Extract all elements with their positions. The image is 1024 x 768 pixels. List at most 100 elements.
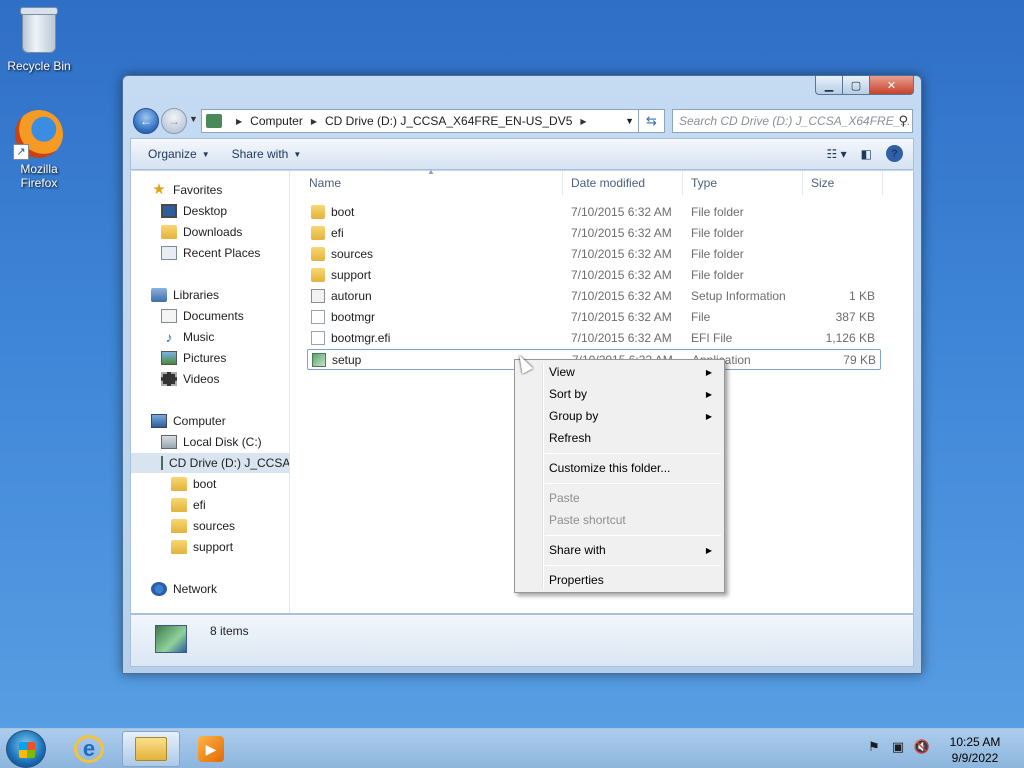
share-with-label: Share with [231,147,289,161]
nav-local-disk[interactable]: Local Disk (C:) [161,432,262,452]
file-name: boot [331,205,355,219]
recent-places-icon [161,246,177,260]
computer-icon [151,414,167,428]
breadcrumb-separator-icon[interactable]: ▶ [580,117,586,126]
column-header-name[interactable]: Name [301,171,563,195]
menu-item-refresh[interactable]: Refresh [517,427,722,449]
chevron-down-icon: ▼ [201,149,210,159]
nav-music[interactable]: ♪ Music [161,327,215,347]
organize-button[interactable]: Organize ▼ [139,147,219,161]
volume-muted-icon[interactable]: 🔇 [914,739,930,755]
nav-videos[interactable]: Videos [161,369,219,389]
search-placeholder: Search CD Drive (D:) J_CCSA_X64FRE_... [679,114,911,128]
file-name: bootmgr.efi [331,331,391,345]
nav-folder-sources[interactable]: sources [171,516,235,536]
file-row[interactable]: boot 7/10/2015 6:32 AM File folder [291,202,915,223]
menu-item-view[interactable]: View ▶ [517,361,722,383]
nav-recent-label: Recent Places [183,246,261,260]
back-button[interactable]: ← [133,108,159,134]
recent-pages-dropdown-icon[interactable]: ▼ [189,114,198,124]
menu-item-label: Group by [549,409,599,423]
search-input[interactable]: Search CD Drive (D:) J_CCSA_X64FRE_... ⚲ [672,109,913,133]
search-icon[interactable]: ⚲ [898,113,908,129]
pictures-icon [161,351,177,365]
address-dropdown-icon[interactable]: ▼ [625,116,634,126]
nav-libraries-label: Libraries [173,288,220,302]
nav-desktop-label: Desktop [183,204,228,218]
nav-downloads-label: Downloads [183,225,243,239]
file-date: 7/10/2015 6:32 AM [571,268,672,282]
nav-libraries[interactable]: Libraries [151,285,219,305]
network-status-icon[interactable]: ▣ [890,739,906,755]
share-with-button[interactable]: Share with ▼ [223,147,311,161]
documents-icon [161,309,177,323]
nav-recent-places[interactable]: Recent Places [161,243,260,263]
menu-item-group-by[interactable]: Group by ▶ [517,405,722,427]
column-header-date[interactable]: Date modified [563,171,683,195]
address-bar[interactable]: ▶ Computer ▶ CD Drive (D:) J_CCSA_X64FRE… [201,109,639,133]
column-header-size[interactable]: Size [803,171,883,195]
breadcrumb-separator-icon[interactable]: ▶ [236,117,242,126]
breadcrumb-computer[interactable]: Computer [250,114,303,128]
nav-folder-boot[interactable]: boot [171,474,216,494]
forward-button[interactable]: → [161,108,187,134]
nav-desktop[interactable]: Desktop [161,201,227,221]
taskbar-internet-explorer[interactable]: e [60,731,118,767]
column-header-type[interactable]: Type [683,171,803,195]
preview-pane-icon[interactable]: ◧ [861,147,872,161]
file-name: setup [332,353,362,367]
file-type: Setup Information [691,289,786,303]
menu-item-customize-folder[interactable]: Customize this folder... [517,457,722,479]
file-row[interactable]: support 7/10/2015 6:32 AM File folder [291,265,915,286]
internet-explorer-icon: e [74,735,104,763]
menu-item-paste-shortcut: Paste shortcut [517,509,722,531]
start-button[interactable] [6,730,46,768]
breadcrumb-separator-icon[interactable]: ▶ [311,117,317,126]
nav-documents[interactable]: Documents [161,306,244,326]
cd-drive-icon [206,114,222,128]
cd-drive-large-icon [155,625,187,653]
minimize-button[interactable]: ▁ [815,76,843,95]
clock-time: 10:25 AM [949,735,1001,749]
menu-item-properties[interactable]: Properties [517,569,722,591]
file-row[interactable]: autorun 7/10/2015 6:32 AM Setup Informat… [291,286,915,307]
file-date: 7/10/2015 6:32 AM [571,331,672,345]
file-row[interactable]: sources 7/10/2015 6:32 AM File folder [291,244,915,265]
nav-computer[interactable]: Computer [151,411,226,431]
breadcrumb-cd-drive[interactable]: CD Drive (D:) J_CCSA_X64FRE_EN-US_DV5 [325,114,572,128]
setup-info-icon [311,289,325,303]
nav-network[interactable]: Network [151,579,217,599]
file-date: 7/10/2015 6:32 AM [571,205,672,219]
file-row[interactable]: bootmgr.efi 7/10/2015 6:32 AM EFI File 1… [291,328,915,349]
action-center-flag-icon[interactable]: ⚑ [866,739,882,755]
nav-pictures[interactable]: Pictures [161,348,226,368]
nav-folder-label: efi [193,498,206,512]
menu-separator [545,565,721,566]
file-name: autorun [331,289,372,303]
menu-item-sort-by[interactable]: Sort by ▶ [517,383,722,405]
taskbar-windows-explorer[interactable] [122,731,180,767]
nav-favorites[interactable]: ★ Favorites [151,180,222,200]
videos-icon [161,372,177,386]
refresh-icon[interactable]: ⇆ [639,109,665,133]
taskbar-media-player[interactable]: ▶ [182,731,240,767]
clock[interactable]: 10:25 AM 9/9/2022 [945,734,1005,766]
firefox-shortcut[interactable]: Mozilla Firefox [1,110,77,190]
maximize-button[interactable]: ▢ [843,76,870,95]
file-row[interactable]: efi 7/10/2015 6:32 AM File folder [291,223,915,244]
nav-cd-drive[interactable]: CD Drive (D:) J_CCSA [131,453,289,473]
nav-folder-efi[interactable]: efi [171,495,206,515]
menu-separator [545,453,721,454]
close-button[interactable]: ✕ [870,76,914,95]
help-icon[interactable]: ? [886,145,903,162]
change-view-icon[interactable]: ☷ ▾ [827,147,847,161]
file-size: 79 KB [843,353,876,367]
nav-folder-label: support [193,540,234,554]
nav-folder-support[interactable]: support [171,537,233,557]
menu-item-share-with[interactable]: Share with ▶ [517,539,722,561]
recycle-bin-shortcut[interactable]: Recycle Bin [1,7,77,73]
navigation-pane: ★ Favorites Desktop Downloads Recent Pla… [131,171,290,613]
chevron-down-icon: ▼ [293,149,302,159]
file-row[interactable]: bootmgr 7/10/2015 6:32 AM File 387 KB [291,307,915,328]
nav-downloads[interactable]: Downloads [161,222,242,242]
